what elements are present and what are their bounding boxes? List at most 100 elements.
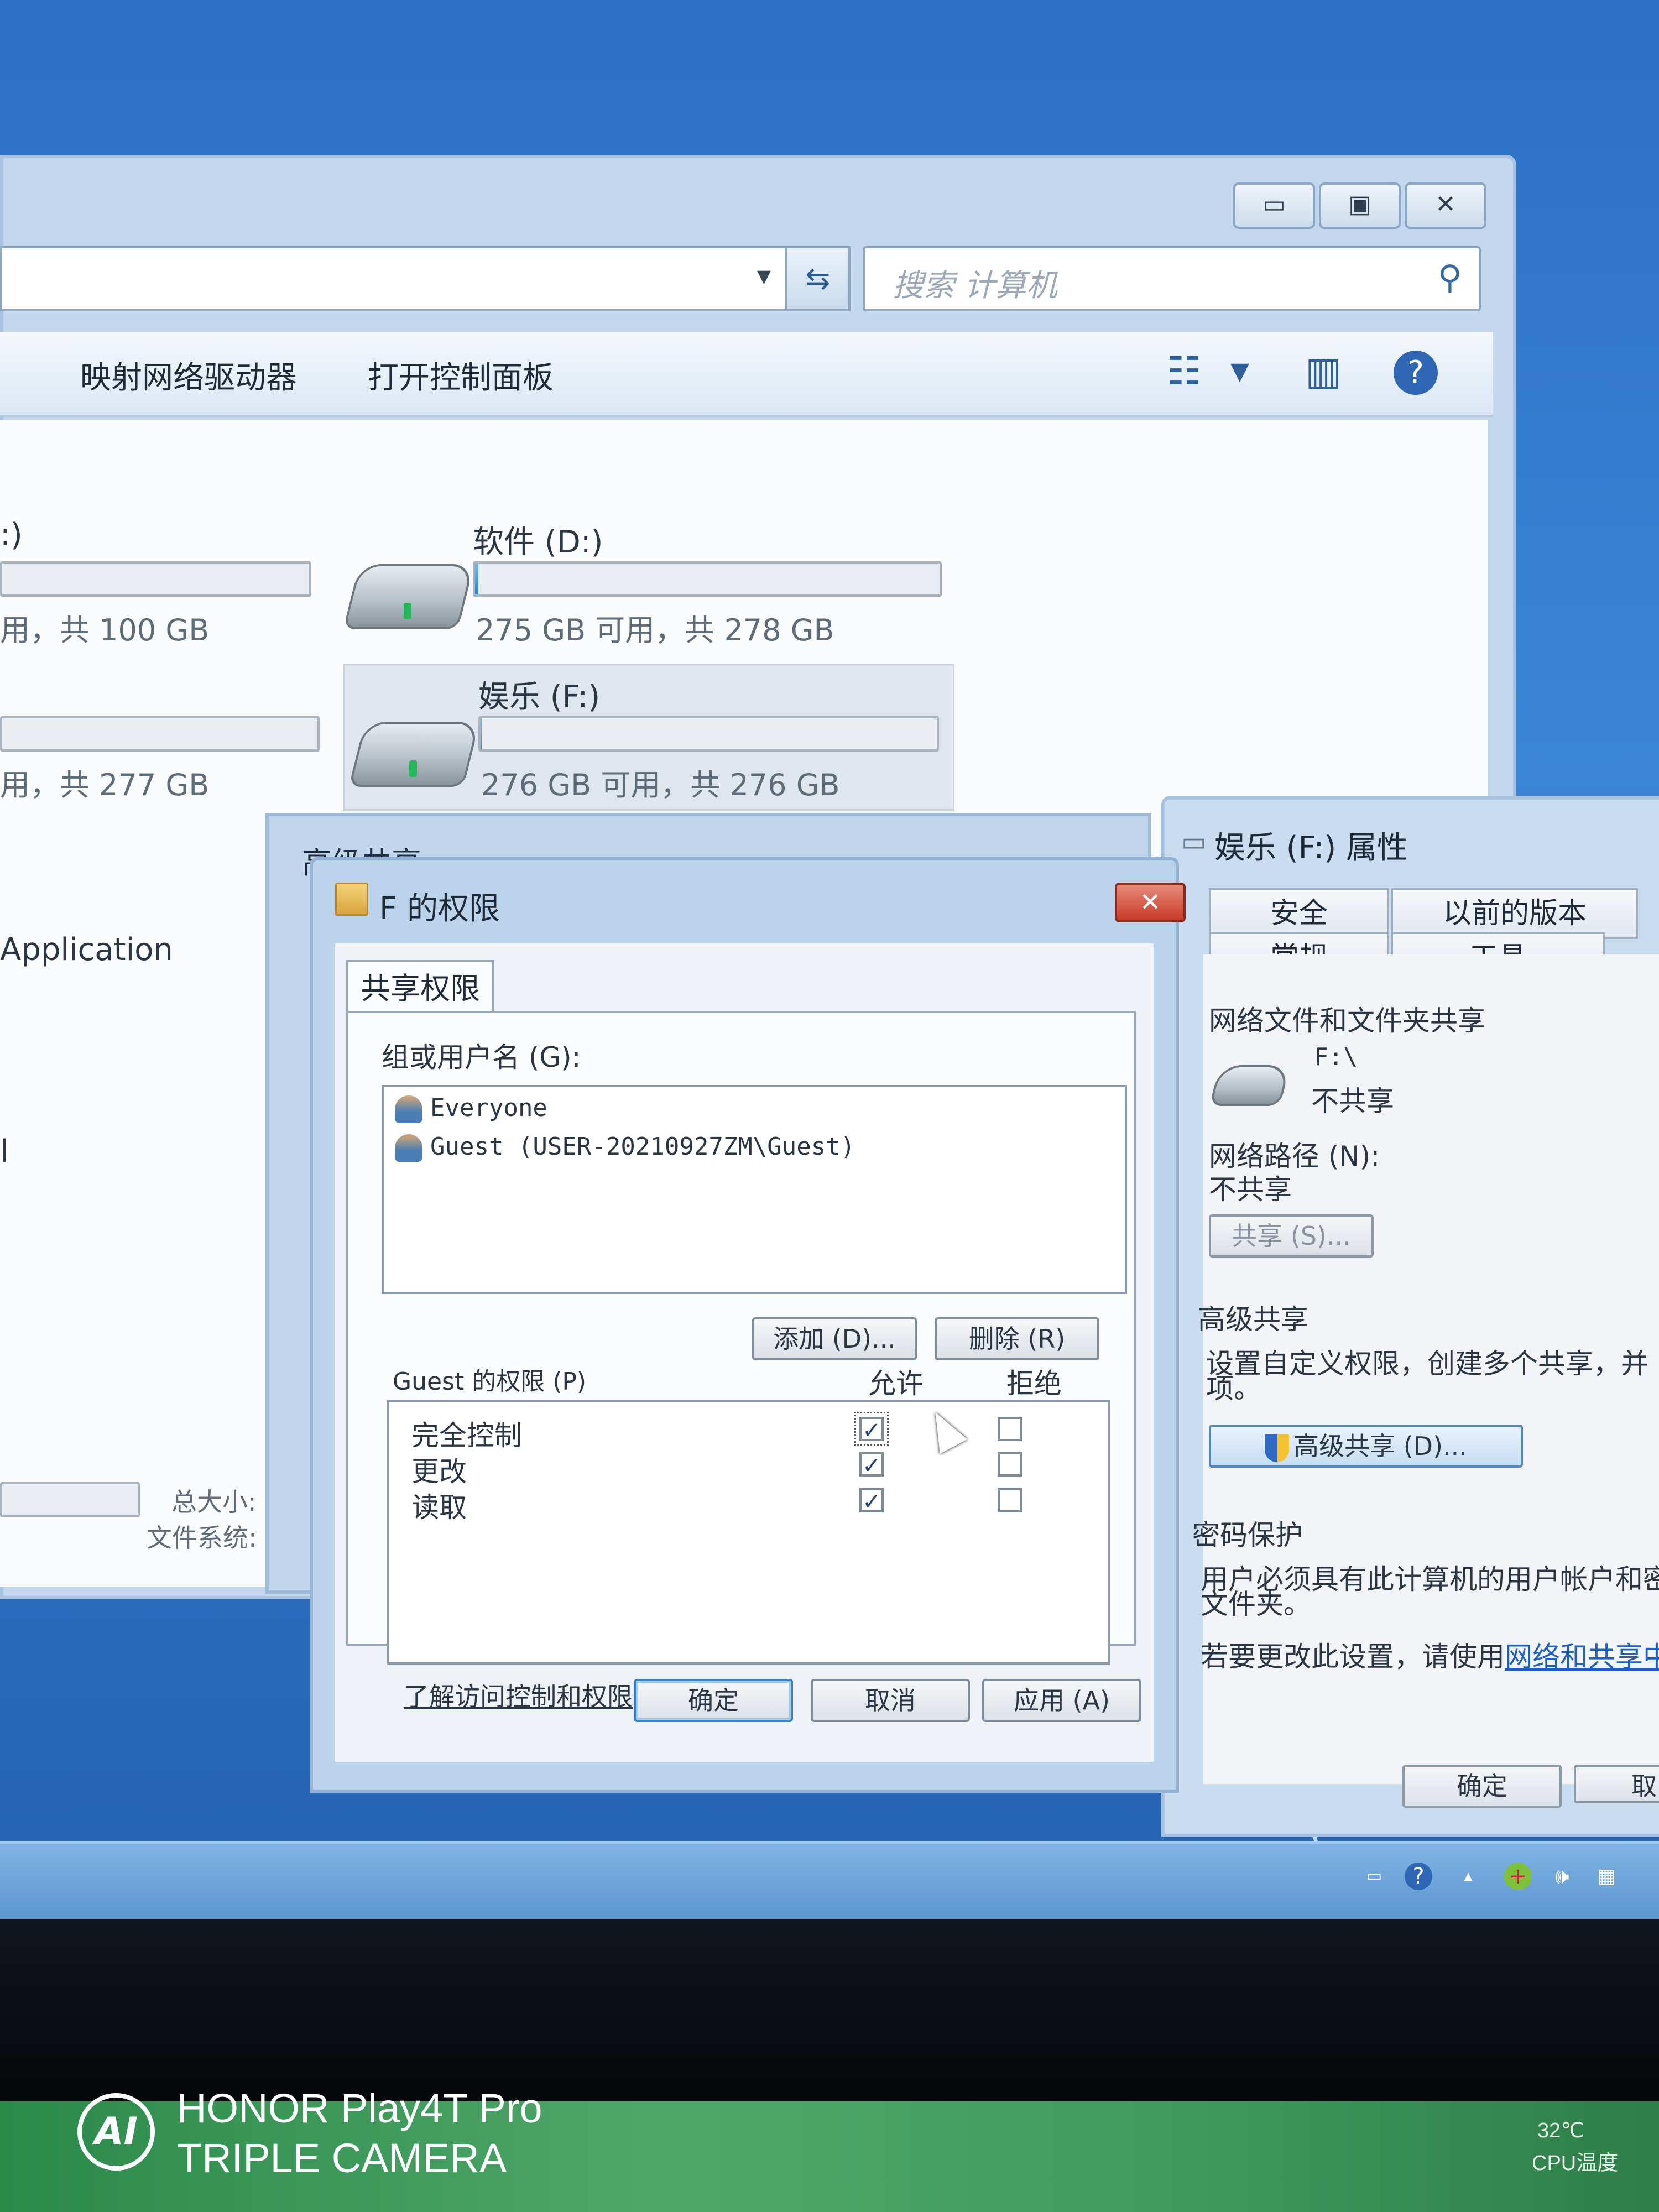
cancel-button[interactable]: 取消 xyxy=(811,1679,970,1722)
list-item[interactable]: Everyone xyxy=(395,1094,547,1123)
computer-item-partial: l xyxy=(0,1134,9,1170)
password-protection-header: 密码保护 xyxy=(1192,1519,1303,1551)
folder-icon xyxy=(335,883,368,916)
drive-f-usage-bar xyxy=(478,716,939,752)
password-protection-desc-2: 文件夹。 xyxy=(1201,1588,1311,1620)
drive-f-capacity: 276 GB 可用，共 276 GB xyxy=(481,768,840,802)
tab-previous-versions[interactable]: 以前的版本 xyxy=(1391,888,1638,939)
properties-panel: 网络文件和文件夹共享 F:\ 不共享 网络路径 (N): 不共享 共享 (S).… xyxy=(1192,954,1659,1784)
camera-type: TRIPLE CAMERA xyxy=(177,2135,507,2181)
advanced-sharing-button-label: 高级共享 (D)... xyxy=(1293,1431,1467,1461)
address-bar[interactable]: ▾ xyxy=(0,246,790,311)
map-network-drive-button[interactable]: 映射网络驱动器 xyxy=(80,353,297,398)
tray-arrow-icon[interactable]: ▴ xyxy=(1454,1863,1482,1890)
search-placeholder: 搜索 计算机 xyxy=(893,268,1057,304)
user-list[interactable]: Everyone Guest (USER-20210927ZM\Guest) xyxy=(382,1085,1127,1294)
security-tray-icon[interactable]: + xyxy=(1504,1863,1532,1890)
advanced-sharing-header: 高级共享 xyxy=(1198,1303,1308,1335)
permission-full-control: 完全控制 xyxy=(411,1420,522,1452)
advanced-sharing-desc: 设置自定义权限，创建多个共享，并 xyxy=(1206,1348,1648,1380)
permissions-for-label: Guest 的权限 (P) xyxy=(393,1368,587,1396)
apply-button[interactable]: 应用 (A) xyxy=(982,1679,1141,1722)
shield-icon xyxy=(1265,1434,1290,1462)
tab-share-permissions[interactable]: 共享权限 xyxy=(346,960,494,1015)
drive-led xyxy=(409,760,417,777)
drive-icon[interactable] xyxy=(343,564,474,629)
view-icon[interactable]: ☷ xyxy=(1167,348,1202,394)
add-button[interactable]: 添加 (D)... xyxy=(752,1317,917,1360)
network-tray-icon[interactable]: ▦ xyxy=(1593,1863,1620,1890)
network-sharing-center-link[interactable]: 网络和共享中 xyxy=(1505,1641,1659,1673)
permissions-dialog: F 的权限 ✕ 共享权限 组或用户名 (G): Everyone Guest (… xyxy=(310,857,1186,1793)
drive-led xyxy=(404,603,411,619)
properties-cancel-button[interactable]: 取 xyxy=(1574,1765,1659,1803)
preview-pane-icon[interactable]: ▥ xyxy=(1305,348,1342,394)
permissions-list: 完全控制 更改 读取 ✓ ✓ ✓ xyxy=(387,1400,1110,1665)
learn-access-control-link[interactable]: 了解访问控制和权限 xyxy=(404,1677,633,1713)
permission-read: 读取 xyxy=(411,1491,467,1524)
permissions-body: 共享权限 组或用户名 (G): Everyone Guest (USER-202… xyxy=(335,943,1154,1762)
network-location-partial: Application xyxy=(0,932,173,968)
advanced-sharing-button[interactable]: 高级共享 (D)... xyxy=(1209,1425,1523,1468)
list-item[interactable]: Guest (USER-20210927ZM\Guest) xyxy=(395,1133,855,1162)
help-icon[interactable]: ? xyxy=(1394,351,1438,395)
group-or-user-label: 组或用户名 (G): xyxy=(382,1041,581,1073)
drive-c-capacity: 用，共 100 GB xyxy=(0,613,210,648)
network-path-value: 不共享 xyxy=(1209,1173,1292,1206)
tab-security[interactable]: 安全 xyxy=(1209,888,1389,939)
permissions-title: F 的权限 xyxy=(379,891,500,927)
drive-icon: ▭ xyxy=(1181,826,1207,857)
properties-window: ▭ 娱乐 (F:) 属性 安全 以前的版本 常规 工具 网络文件和文件夹共享 F… xyxy=(1161,796,1659,1837)
drive-d-usage-bar xyxy=(473,561,942,597)
maximize-icon[interactable]: ▣ xyxy=(1319,182,1401,229)
change-setting-prefix: 若要更改此设置，请使用 xyxy=(1201,1641,1505,1673)
keyboard-icon[interactable]: ▭ xyxy=(1360,1863,1388,1890)
user-name: Guest (USER-20210927ZM\Guest) xyxy=(430,1133,855,1161)
drive-icon[interactable] xyxy=(348,722,480,787)
deny-header: 拒绝 xyxy=(1006,1368,1062,1400)
search-icon[interactable]: ⚲ xyxy=(1438,258,1462,297)
user-name: Everyone xyxy=(430,1094,547,1122)
permissions-panel: 组或用户名 (G): Everyone Guest (USER-20210927… xyxy=(346,1011,1136,1712)
allow-checkbox[interactable]: ✓ xyxy=(859,1488,884,1514)
drive-icon xyxy=(1209,1065,1291,1106)
allow-header: 允许 xyxy=(868,1368,924,1400)
cpu-temperature: 32℃ xyxy=(1537,2119,1584,2142)
chevron-down-icon[interactable]: ▾ xyxy=(757,259,771,291)
toolbar: 映射网络驱动器 打开控制面板 ☷ ▼ ▥ ? xyxy=(0,332,1493,417)
ok-button[interactable]: 确定 xyxy=(634,1679,793,1722)
chevron-down-icon[interactable]: ▼ xyxy=(1230,357,1249,385)
drive-c-label-partial: :) xyxy=(0,517,23,553)
drive-path: F:\ xyxy=(1314,1043,1358,1071)
share-status: 不共享 xyxy=(1311,1085,1394,1117)
refresh-icon[interactable]: ⇆ xyxy=(785,246,851,311)
minimize-icon[interactable]: ▭ xyxy=(1233,182,1315,229)
drive-e-capacity: 用，共 277 GB xyxy=(0,768,210,802)
drive-f-label[interactable]: 娱乐 (F:) xyxy=(478,672,600,717)
remove-button[interactable]: 删除 (R) xyxy=(935,1317,1099,1360)
volume-icon[interactable]: 🕪 xyxy=(1548,1863,1576,1890)
camera-logo: AI xyxy=(77,2093,155,2171)
properties-ok-button[interactable]: 确定 xyxy=(1402,1765,1562,1808)
user-icon xyxy=(395,1134,422,1162)
monitor-bezel xyxy=(0,1919,1659,2101)
drive-e-bar xyxy=(0,716,320,752)
help-icon[interactable]: ? xyxy=(1405,1863,1432,1890)
close-icon[interactable]: ✕ xyxy=(1405,182,1486,229)
close-icon[interactable]: ✕ xyxy=(1115,883,1186,922)
advanced-sharing-desc-2: 项。 xyxy=(1206,1373,1261,1405)
drive-d-label[interactable]: 软件 (D:) xyxy=(473,517,603,562)
open-control-panel-button[interactable]: 打开控制面板 xyxy=(368,353,554,398)
share-button[interactable]: 共享 (S)... xyxy=(1209,1214,1374,1258)
network-sharing-header: 网络文件和文件夹共享 xyxy=(1209,1005,1485,1037)
deny-checkbox[interactable] xyxy=(998,1452,1022,1477)
drive-f-usage-fill xyxy=(481,718,483,749)
allow-checkbox[interactable]: ✓ xyxy=(859,1452,884,1478)
drive-d-usage-fill xyxy=(475,564,478,594)
deny-checkbox[interactable] xyxy=(998,1488,1022,1512)
search-input[interactable]: 搜索 计算机 ⚲ xyxy=(863,246,1481,311)
drive-c-bar xyxy=(0,561,311,597)
allow-checkbox[interactable]: ✓ xyxy=(854,1412,889,1446)
permission-change: 更改 xyxy=(411,1455,467,1488)
deny-checkbox[interactable] xyxy=(998,1417,1022,1441)
